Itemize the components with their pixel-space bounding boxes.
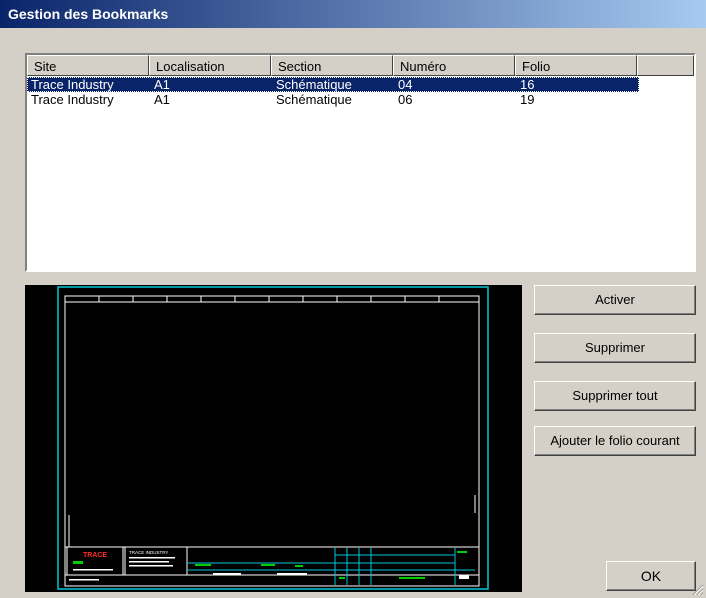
cell-localisation: A1: [154, 92, 170, 107]
column-header-section[interactable]: Section: [271, 55, 393, 76]
table-row[interactable]: Trace Industry A1 Schématique 04 16: [27, 77, 639, 92]
cell-localisation: A1: [154, 77, 170, 92]
column-header-folio[interactable]: Folio: [515, 55, 637, 76]
delete-all-button[interactable]: Supprimer tout: [534, 381, 696, 411]
list-header: Site Localisation Section Numéro Folio: [27, 55, 694, 76]
cell-site: Trace Industry: [31, 92, 114, 107]
column-header-localisation[interactable]: Localisation: [149, 55, 271, 76]
cell-section: Schématique: [276, 77, 352, 92]
add-current-folio-button[interactable]: Ajouter le folio courant: [534, 426, 696, 456]
ok-button[interactable]: OK: [606, 561, 696, 591]
bookmarks-dialog: Gestion des Bookmarks Site Localisation …: [0, 0, 706, 598]
cell-site: Trace Industry: [31, 77, 114, 92]
bookmarks-list[interactable]: Site Localisation Section Numéro Folio T…: [25, 53, 696, 272]
activate-button[interactable]: Activer: [534, 285, 696, 315]
delete-button[interactable]: Supprimer: [534, 333, 696, 363]
column-header-filler: [637, 55, 694, 76]
title-block-company: TRACE INDUSTRY: [129, 550, 168, 555]
column-header-site[interactable]: Site: [27, 55, 149, 76]
sheet-frame: [64, 295, 480, 587]
title-block: TRACE TRACE INDUSTRY: [66, 546, 475, 585]
table-row[interactable]: Trace Industry A1 Schématique 06 19: [27, 92, 694, 107]
cell-section: Schématique: [276, 92, 352, 107]
resize-grip-icon[interactable]: [692, 584, 704, 596]
cell-folio: 16: [520, 77, 535, 92]
cell-folio: 19: [520, 92, 535, 107]
list-rows: Trace Industry A1 Schématique 04 16 Trac…: [27, 77, 694, 107]
cell-numero: 04: [398, 77, 413, 92]
cell-numero: 06: [398, 92, 413, 107]
title-block-logo: TRACE: [83, 552, 107, 559]
window-title: Gestion des Bookmarks: [0, 0, 706, 28]
drawing-sheet: TRACE TRACE INDUSTRY: [57, 286, 489, 590]
column-header-numero[interactable]: Numéro: [393, 55, 515, 76]
folio-preview: TRACE TRACE INDUSTRY: [25, 285, 522, 592]
sheet-border: [57, 286, 489, 590]
